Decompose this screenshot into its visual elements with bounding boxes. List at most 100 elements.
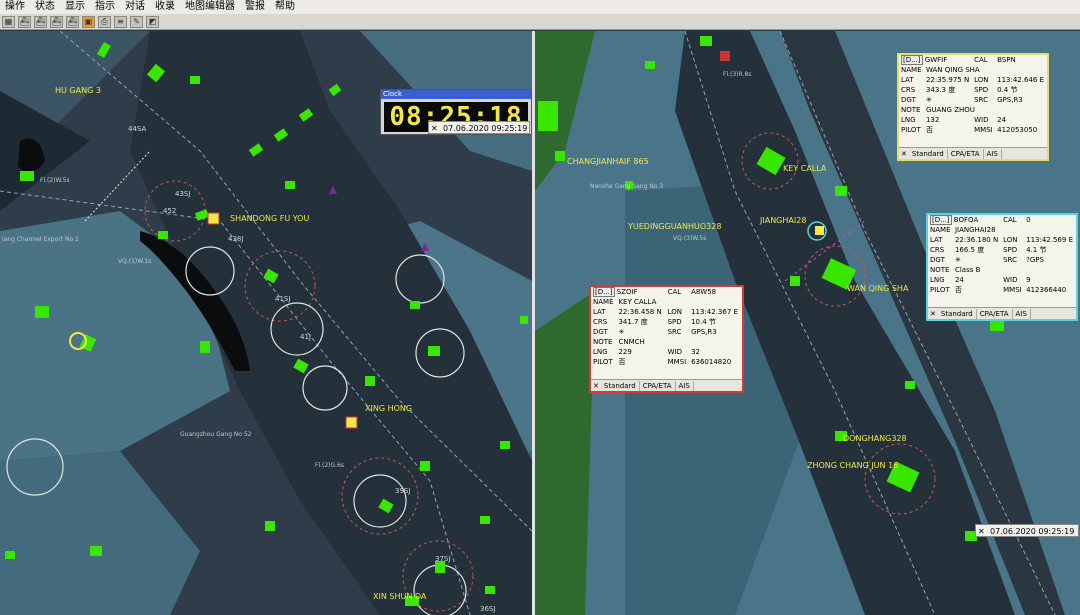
- close-icon[interactable]: ✕: [431, 122, 438, 135]
- name-label: NAME: [930, 226, 951, 234]
- name-value: KEY CALLA: [618, 298, 657, 306]
- src-label: SRC: [1003, 256, 1017, 264]
- spd-unit: 节: [1039, 246, 1047, 254]
- src-value: GPS,R3: [997, 96, 1023, 104]
- spd-value: 10.4: [691, 318, 707, 326]
- menu-display[interactable]: 显示: [60, 0, 90, 14]
- layers-tool-icon[interactable]: ≡: [114, 15, 127, 28]
- vessel3-tool-icon[interactable]: ⛴: [50, 15, 63, 28]
- menu-map-editor[interactable]: 地图编辑器: [180, 0, 240, 14]
- mmsi-label: MMSI: [667, 358, 687, 366]
- lat-value: 22:36.180 N: [954, 236, 999, 244]
- crs-unit: 度: [640, 318, 648, 326]
- src-label: SRC: [974, 96, 988, 104]
- close-icon[interactable]: ✕: [928, 310, 938, 318]
- pencil-tool-icon[interactable]: ✎: [130, 15, 143, 28]
- vessel-info-panel-jianghai28[interactable]: [D...] BOFQA CAL 0 NAME JIANGHAI28 LAT 22:36…: [926, 213, 1078, 321]
- panel-tabs: ✕ Standard CPA/ETA AIS: [591, 379, 742, 391]
- measure-tool-icon[interactable]: ◩: [146, 15, 159, 28]
- label-fl2g: Fl.(2)G.6s: [315, 462, 344, 469]
- toolbar: ▦ ⛴ ⛴ ⛴ ⛴ ▣ ⎙ ≡ ✎ ◩: [0, 14, 1080, 30]
- crs-unit: 度: [977, 246, 985, 254]
- mmsi-label: MMSI: [974, 126, 993, 134]
- pilot-label: PILOT: [593, 358, 613, 366]
- id-button[interactable]: [D...]: [930, 215, 952, 225]
- tab-standard[interactable]: Standard: [938, 308, 977, 319]
- panel-tabs: ✕ Standard CPA/ETA AIS: [928, 307, 1076, 319]
- dgt-label: DGT: [930, 256, 945, 264]
- tab-cpa-eta[interactable]: CPA/ETA: [948, 148, 984, 159]
- print-tool-icon[interactable]: ⎙: [98, 15, 111, 28]
- cal-label: CAL: [974, 56, 988, 64]
- crs-unit: 度: [948, 86, 956, 94]
- date-box-right: ✕ 07.06.2020 09:25:19: [975, 524, 1079, 537]
- name-label: NAME: [901, 66, 922, 74]
- lng-label: LNG: [901, 116, 916, 124]
- id-button[interactable]: [D...]: [593, 287, 615, 297]
- wid-value: 9: [1026, 276, 1031, 284]
- lat-label: LAT: [593, 308, 606, 316]
- vessel-id: SZOIF: [616, 288, 638, 296]
- menu-status[interactable]: 状态: [30, 0, 60, 14]
- chart-pane-left[interactable]: HU GANG 3 SHANDONG FU YOU XING HONG XIN …: [0, 31, 532, 615]
- close-icon[interactable]: ✕: [591, 382, 601, 390]
- tab-standard[interactable]: Standard: [601, 380, 640, 391]
- tab-standard[interactable]: Standard: [909, 148, 948, 159]
- grid-tool-icon[interactable]: ▦: [2, 15, 15, 28]
- menu-operate[interactable]: 操作: [0, 0, 30, 14]
- label-452: 452: [163, 207, 176, 215]
- src-value: GPS,R3: [691, 328, 717, 336]
- label-37sj: 37SJ: [435, 555, 450, 563]
- vessel4-tool-icon[interactable]: ⛴: [66, 15, 79, 28]
- tab-ais[interactable]: AIS: [1013, 308, 1031, 319]
- vessel-tool-icon[interactable]: ⛴: [18, 15, 31, 28]
- lock-tool-icon[interactable]: ▣: [82, 15, 95, 28]
- label-hu-gang: HU GANG 3: [55, 86, 101, 95]
- menu-alarm[interactable]: 警报: [240, 0, 270, 14]
- wid-label: WID: [1003, 276, 1018, 284]
- close-icon[interactable]: ✕: [978, 525, 985, 538]
- tab-ais[interactable]: AIS: [984, 148, 1002, 159]
- note-label: NOTE: [930, 266, 950, 274]
- label-zhong-chang: ZHONG CHANG JUN 16: [807, 461, 898, 470]
- mmsi-value: 412366440: [1026, 286, 1067, 294]
- crs-label: CRS: [593, 318, 608, 326]
- mmsi-value: 636014820: [691, 358, 732, 366]
- label-44sa: 44SA: [128, 125, 146, 133]
- id-button[interactable]: [D...]: [901, 55, 923, 65]
- wid-value: 32: [691, 348, 700, 356]
- label-39sj: 39SJ: [395, 487, 410, 495]
- vessel-info-panel-key-calla[interactable]: [D...] SZOIF CAL A8W58 NAME KEY CALLA LAT 22…: [589, 285, 744, 393]
- vessel-id: BOFQA: [953, 216, 979, 224]
- menu-record[interactable]: 收录: [150, 0, 180, 14]
- crs-value: 341.7: [618, 318, 639, 326]
- spd-label: SPD: [974, 86, 989, 94]
- src-label: SRC: [667, 328, 682, 336]
- close-icon[interactable]: ✕: [899, 150, 909, 158]
- lat-label: LAT: [930, 236, 943, 244]
- lng-label: LNG: [593, 348, 608, 356]
- name-label: NAME: [593, 298, 614, 306]
- lon-label: LON: [667, 308, 682, 316]
- crs-label: CRS: [930, 246, 945, 254]
- label-xin-shun-da: XIN SHUN DA: [373, 592, 427, 601]
- pilot-value: 否: [925, 126, 933, 134]
- lon-value: 113:42.569 E: [1026, 236, 1073, 244]
- label-36sj: 36SJ: [480, 605, 495, 613]
- crs-value: 343.3: [925, 86, 947, 94]
- lat-value: 22:36.458 N: [618, 308, 662, 316]
- spd-label: SPD: [667, 318, 682, 326]
- label-channel-export: iang Channel Export No 2: [2, 236, 79, 243]
- label-vq3: VQ.(3)W.5s: [673, 235, 706, 242]
- menu-help[interactable]: 帮助: [270, 0, 300, 14]
- src-value: ?GPS: [1026, 256, 1044, 264]
- date-box-left: ✕ 07.06.2020 09:25:19: [428, 121, 530, 134]
- vessel-info-panel-wan-qing-sha[interactable]: [D...] GWFIF CAL BSPN NAME WAN QING SHA LAT…: [897, 53, 1049, 161]
- lon-value: 113:42.646 E: [997, 76, 1044, 84]
- menu-dialog[interactable]: 对话: [120, 0, 150, 14]
- tab-cpa-eta[interactable]: CPA/ETA: [640, 380, 676, 391]
- menu-indicate[interactable]: 指示: [90, 0, 120, 14]
- tab-ais[interactable]: AIS: [676, 380, 694, 391]
- vessel2-tool-icon[interactable]: ⛴: [34, 15, 47, 28]
- tab-cpa-eta[interactable]: CPA/ETA: [977, 308, 1013, 319]
